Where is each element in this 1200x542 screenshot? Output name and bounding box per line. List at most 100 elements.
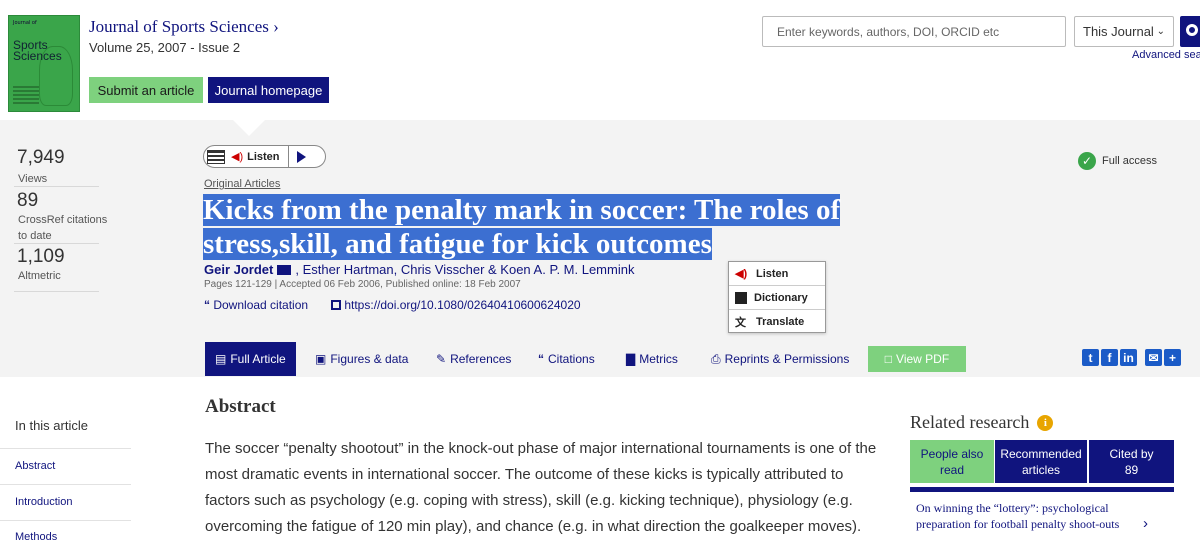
journal-homepage-button[interactable]: Journal homepage	[208, 77, 329, 103]
menu-icon[interactable]	[207, 149, 225, 164]
sidebar-divider	[0, 448, 131, 449]
article-title-line2: stress,skill, and fatigue for kick outco…	[203, 228, 712, 260]
tab-full-article[interactable]: ▤ Full Article	[205, 342, 296, 376]
toolbar-divider	[287, 145, 289, 168]
related-article-link[interactable]: On winning the “lottery”: psychological …	[916, 500, 1141, 532]
tab-reprints-label: Reprints & Permissions	[724, 352, 850, 366]
quote-icon: “	[538, 352, 544, 366]
doi-text: https://doi.org/10.1080/0264041060062402…	[344, 298, 581, 312]
chevron-down-icon: ⌄	[1156, 26, 1165, 37]
search-scope-value: This Journal	[1083, 24, 1154, 39]
popup-translate-item[interactable]: 文 Translate	[729, 310, 825, 334]
article-type-link[interactable]: Original Articles	[204, 178, 280, 190]
book-icon	[735, 291, 747, 304]
views-count: 7,949	[17, 147, 65, 168]
popup-translate-label: Translate	[756, 316, 805, 328]
checkmark-icon: ✓	[1078, 152, 1096, 170]
submit-article-button[interactable]: Submit an article	[89, 77, 203, 103]
search-input[interactable]: Enter keywords, authors, DOI, ORCID etc	[762, 16, 1066, 47]
sidebar-heading: In this article	[15, 418, 88, 433]
external-link-icon	[331, 300, 341, 310]
journal-title-link[interactable]: Journal of Sports Sciences ›	[89, 17, 279, 37]
download-citation-label: Download citation	[213, 298, 309, 312]
popup-dictionary-label: Dictionary	[754, 291, 808, 304]
header-notch	[233, 120, 265, 136]
full-access-label: Full access	[1102, 155, 1158, 167]
pencil-icon: ✎	[436, 352, 447, 366]
quote-icon: “	[204, 298, 210, 312]
email-icon[interactable]	[277, 265, 292, 275]
tab-cited-by[interactable]: Cited by 89	[1089, 440, 1174, 483]
tab-reprints-permissions[interactable]: ⎙ Reprints & Permissions	[711, 342, 849, 376]
tab-metrics[interactable]: ▇ Metrics	[626, 342, 678, 376]
tab-references-label: References	[450, 352, 512, 366]
crossref-label: CrossRef citations to date	[18, 214, 108, 242]
cover-decoration	[13, 86, 39, 104]
search-button[interactable]	[1180, 16, 1200, 47]
tab-full-article-label: Full Article	[230, 352, 286, 366]
speaker-icon: ◀)	[231, 151, 244, 163]
image-icon: ▣	[315, 352, 327, 366]
document-icon: ▤	[215, 352, 227, 366]
read-aloud-toolbar: ◀) Listen	[203, 145, 326, 168]
view-pdf-button[interactable]: □ View PDF	[868, 346, 966, 372]
view-pdf-label: View PDF	[896, 352, 950, 366]
related-research-heading: Related research i	[910, 412, 1054, 433]
sidebar-divider	[0, 484, 131, 485]
chevron-right-icon: ›	[273, 17, 279, 36]
cover-figure	[39, 46, 73, 106]
doi-link[interactable]: https://doi.org/10.1080/0264041060062402…	[331, 298, 581, 312]
email-share-icon[interactable]: ✉	[1145, 349, 1162, 366]
article-title: Kicks from the penalty mark in soccer: T…	[203, 193, 903, 261]
speaker-icon: ◀)	[735, 268, 748, 280]
translate-icon: 文	[735, 317, 746, 329]
advanced-search-link[interactable]: Advanced sear	[1132, 49, 1200, 61]
abstract-text: The soccer “penalty shootout” in the kno…	[205, 440, 877, 535]
tab-figures-data[interactable]: ▣ Figures & data	[315, 342, 408, 376]
search-scope-select[interactable]: This Journal ⌄	[1074, 16, 1174, 47]
more-share-icon[interactable]: +	[1164, 349, 1181, 366]
site-header: Journal of Sports Sciences Journal of Sp…	[0, 0, 1200, 120]
sidebar-item-methods[interactable]: Methods	[15, 531, 57, 542]
selection-context-menu: ◀) Listen Dictionary 文 Translate	[728, 261, 826, 333]
tab-cited-by-label: Cited by	[1109, 446, 1154, 461]
chevron-right-icon[interactable]: ›	[1143, 515, 1148, 532]
author-link[interactable]: Geir Jordet	[204, 262, 273, 277]
popup-listen-label: Listen	[756, 267, 789, 280]
tab-citations-label: Citations	[548, 352, 595, 366]
metric-divider	[14, 243, 99, 244]
volume-issue-link[interactable]: Volume 25, 2007 - Issue 2	[89, 40, 240, 55]
author-list: Geir Jordet , Esther Hartman, Chris Vissc…	[204, 262, 634, 277]
play-icon[interactable]	[296, 150, 306, 163]
tab-metrics-label: Metrics	[639, 352, 678, 366]
sidebar-item-introduction[interactable]: Introduction	[15, 496, 72, 508]
facebook-icon[interactable]: f	[1101, 349, 1118, 366]
altmetric-label: Altmetric	[18, 270, 61, 282]
search-icon	[1186, 24, 1198, 36]
popup-dictionary-item[interactable]: Dictionary	[729, 286, 825, 310]
tab-people-also-read[interactable]: People also read	[910, 440, 994, 483]
pdf-icon: □	[884, 352, 893, 366]
sidebar-divider	[0, 520, 131, 521]
print-icon: ⎙	[711, 351, 721, 366]
tab-figures-label: Figures & data	[330, 352, 409, 366]
popup-listen-item[interactable]: ◀) Listen	[729, 262, 825, 286]
related-research-title: Related research	[910, 412, 1030, 432]
altmetric-count[interactable]: 1,109	[17, 246, 65, 268]
coauthors-links[interactable]: , Esther Hartman, Chris Visscher & Koen …	[295, 262, 634, 277]
crossref-count: 89	[17, 190, 39, 211]
publication-info: Pages 121-129 | Accepted 06 Feb 2006, Pu…	[204, 279, 521, 290]
tab-references[interactable]: ✎ References	[436, 342, 511, 376]
linkedin-icon[interactable]: in	[1120, 349, 1137, 366]
journal-title[interactable]: Journal of Sports Sciences	[89, 17, 269, 36]
tab-recommended-articles[interactable]: Recommended articles	[995, 440, 1087, 483]
journal-cover-image[interactable]: Journal of Sports Sciences	[8, 15, 80, 112]
tab-cited-by-count: 89	[1124, 462, 1139, 477]
sidebar-item-abstract[interactable]: Abstract	[15, 460, 55, 472]
listen-button[interactable]: Listen	[247, 151, 279, 163]
info-icon[interactable]: i	[1037, 414, 1054, 431]
twitter-icon[interactable]: t	[1082, 349, 1099, 366]
tab-citations[interactable]: “ Citations	[538, 342, 595, 376]
download-citation-link[interactable]: “ Download citation	[204, 298, 308, 312]
metric-divider	[14, 291, 99, 292]
